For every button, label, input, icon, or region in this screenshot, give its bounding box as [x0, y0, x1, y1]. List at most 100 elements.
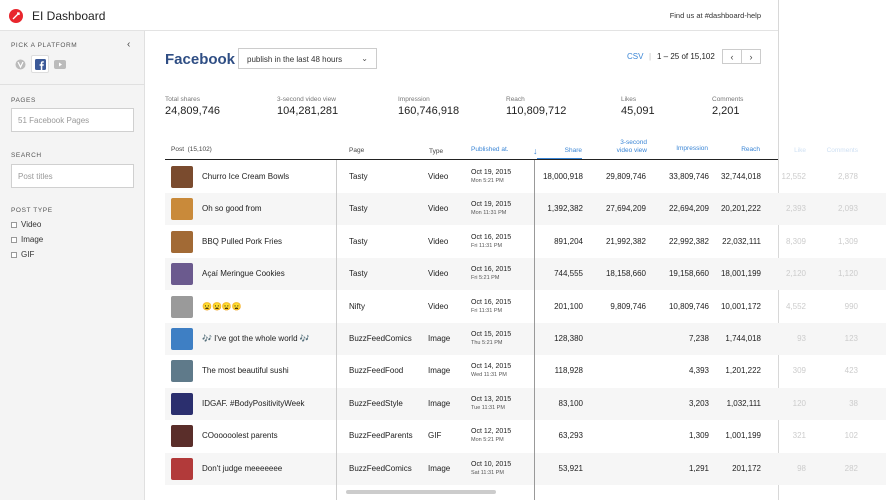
cell-post[interactable]: IDGAF. #BodyPositivityWeek	[202, 399, 305, 408]
prev-page-button[interactable]: ‹	[722, 49, 742, 64]
platform-heading: PICK A PLATFORM	[11, 42, 78, 49]
column-header-published[interactable]: Published at.	[471, 146, 509, 154]
vine-icon[interactable]	[11, 55, 29, 73]
cell-view: 18,158,660	[605, 269, 646, 279]
post-count: (15,102)	[187, 146, 212, 153]
cell-post[interactable]: COooooolest parents	[202, 431, 278, 440]
cell-page[interactable]: BuzzFeedComics	[349, 464, 412, 473]
cell-published: Oct 16, 2015 Fri 11:31 PM	[471, 233, 511, 251]
table-row[interactable]: 🎶 I've got the whole world 🎶 BuzzFeedComi…	[165, 323, 886, 355]
published-time: Tue 11:31 PM	[471, 404, 505, 411]
cell-share: 201,100	[554, 301, 583, 311]
checkbox[interactable]	[11, 236, 17, 243]
csv-export-link[interactable]: CSV	[627, 52, 643, 61]
horizontal-scrollbar[interactable]	[346, 490, 496, 494]
column-header-comments[interactable]: Comments	[818, 147, 858, 155]
post-type-video-checkbox[interactable]: Video	[11, 220, 41, 229]
chevron-right-icon: ›	[749, 51, 753, 62]
column-header-page[interactable]: Page	[349, 147, 364, 155]
post-thumbnail[interactable]	[171, 198, 193, 221]
cell-page[interactable]: Tasty	[349, 237, 368, 246]
column-header-type[interactable]: Type	[429, 148, 443, 156]
facebook-icon[interactable]	[31, 55, 49, 73]
cell-reach: 1,201,222	[725, 366, 761, 376]
cell-impression: 19,158,660	[668, 269, 709, 279]
cell-page[interactable]: Tasty	[349, 204, 368, 213]
cell-post[interactable]: Don't judge meeeeeee	[202, 464, 282, 473]
publish-range-select[interactable]: publish in the last 48 hours ⌄	[238, 48, 377, 69]
column-header-share[interactable]: Share	[540, 147, 582, 155]
cell-published: Oct 16, 2015 Fri 5:21 PM	[471, 265, 511, 283]
published-time: Thu 5:21 PM	[471, 340, 503, 346]
table-row[interactable]: COooooolest parents BuzzFeedParents GIF 63,…	[165, 420, 886, 452]
column-header-video-view[interactable]: 3-second video view	[597, 139, 647, 155]
next-page-button[interactable]: ›	[741, 49, 761, 64]
table-row[interactable]: Don't judge meeeeeee BuzzFeedComics Image 5…	[165, 452, 886, 485]
cell-published: Oct 12, 2015 Mon 5:21 PM	[471, 427, 511, 445]
table-row[interactable]: Oh so good from Tasty Video 1,392,382 27,694…	[165, 193, 886, 226]
cell-share: 63,293	[558, 431, 583, 441]
post-thumbnail[interactable]	[171, 230, 193, 253]
cell-post[interactable]: BBQ Pulled Pork Fries	[202, 237, 282, 246]
post-type-image-checkbox[interactable]: Image	[11, 235, 43, 244]
column-header-reach[interactable]: Reach	[725, 146, 760, 154]
post-thumbnail[interactable]	[171, 425, 193, 448]
cell-post[interactable]: Churro Ice Cream Bowls	[202, 172, 289, 181]
cell-page[interactable]: Tasty	[349, 172, 368, 181]
total-comments: Comments 2,201	[712, 96, 743, 117]
total-label: Impression	[398, 96, 430, 103]
cell-page[interactable]: BuzzFeedComics	[349, 334, 412, 343]
cell-post[interactable]: The most beautiful sushi	[202, 366, 289, 375]
cell-page[interactable]: BuzzFeedParents	[349, 431, 413, 440]
post-thumbnail[interactable]	[171, 392, 193, 415]
column-header-like[interactable]: Like	[780, 147, 806, 155]
post-thumbnail[interactable]	[171, 295, 193, 318]
table-row[interactable]: IDGAF. #BodyPositivityWeek BuzzFeedStyle I…	[165, 387, 886, 420]
cell-published: Oct 19, 2015 Mon 11:31 PM	[471, 200, 511, 218]
table-row[interactable]: BBQ Pulled Pork Fries Tasty Video 891,204 21…	[165, 226, 886, 258]
cell-like: 321	[792, 431, 806, 441]
cell-page[interactable]: Nifty	[349, 302, 365, 311]
column-header-impression[interactable]: Impression	[660, 145, 708, 153]
brand-logo-icon[interactable]	[9, 9, 23, 23]
column-header-post[interactable]: Post (15,102)	[171, 146, 212, 154]
collapse-sidebar-chevron-left-icon[interactable]: ‹	[127, 39, 130, 50]
youtube-icon[interactable]	[51, 55, 69, 73]
table-row[interactable]: The most beautiful sushi BuzzFeedFood Imag…	[165, 355, 886, 387]
post-type-gif-checkbox[interactable]: GIF	[11, 250, 34, 259]
cell-post[interactable]: Oh so good from	[202, 204, 262, 213]
cell-post[interactable]: Açaí Meringue Cookies	[202, 269, 285, 278]
cell-comments: 38	[849, 398, 858, 408]
search-input[interactable]: Post titles	[11, 164, 134, 188]
pages-select[interactable]: 51 Facebook Pages	[11, 108, 134, 132]
cell-type: GIF	[428, 431, 442, 441]
published-date: Oct 19, 2015	[471, 201, 512, 209]
post-thumbnail[interactable]	[171, 263, 193, 286]
cell-type: Image	[428, 398, 451, 408]
post-type-label: GIF	[21, 250, 35, 259]
cell-page[interactable]: BuzzFeedStyle	[349, 399, 403, 408]
cell-post[interactable]: 🎶 I've got the whole world 🎶	[202, 334, 310, 343]
checkbox[interactable]	[11, 221, 17, 228]
cell-like: 2,120	[785, 269, 806, 279]
total-value: 45,091	[621, 105, 655, 117]
post-thumbnail[interactable]	[171, 328, 193, 350]
table-row[interactable]: Churro Ice Cream Bowls Tasty Video 18,000,9…	[165, 161, 886, 193]
cell-post[interactable]: 😦😦😦😦	[202, 302, 242, 311]
post-thumbnail[interactable]	[171, 166, 193, 188]
sort-descending-arrow-icon[interactable]: ↓	[533, 146, 538, 156]
post-thumbnail[interactable]	[171, 457, 193, 480]
total-label: Total shares	[165, 96, 201, 103]
cell-page[interactable]: BuzzFeedFood	[349, 366, 403, 375]
checkbox[interactable]	[11, 251, 17, 258]
cell-like: 309	[792, 366, 806, 376]
cell-comments: 123	[844, 334, 858, 343]
cell-page[interactable]: Tasty	[349, 269, 368, 278]
table-row[interactable]: 😦😦😦😦 Nifty Video 201,100 9,809,746 10,809,746…	[165, 291, 886, 323]
help-text[interactable]: Find us at #dashboard-help	[670, 11, 761, 20]
cell-reach: 201,172	[732, 463, 761, 473]
post-thumbnail[interactable]	[171, 360, 193, 383]
table-row[interactable]: Açaí Meringue Cookies Tasty Video 744,555 18…	[165, 258, 886, 291]
cell-share: 53,921	[558, 463, 583, 473]
column-header-label: Post	[171, 146, 185, 153]
